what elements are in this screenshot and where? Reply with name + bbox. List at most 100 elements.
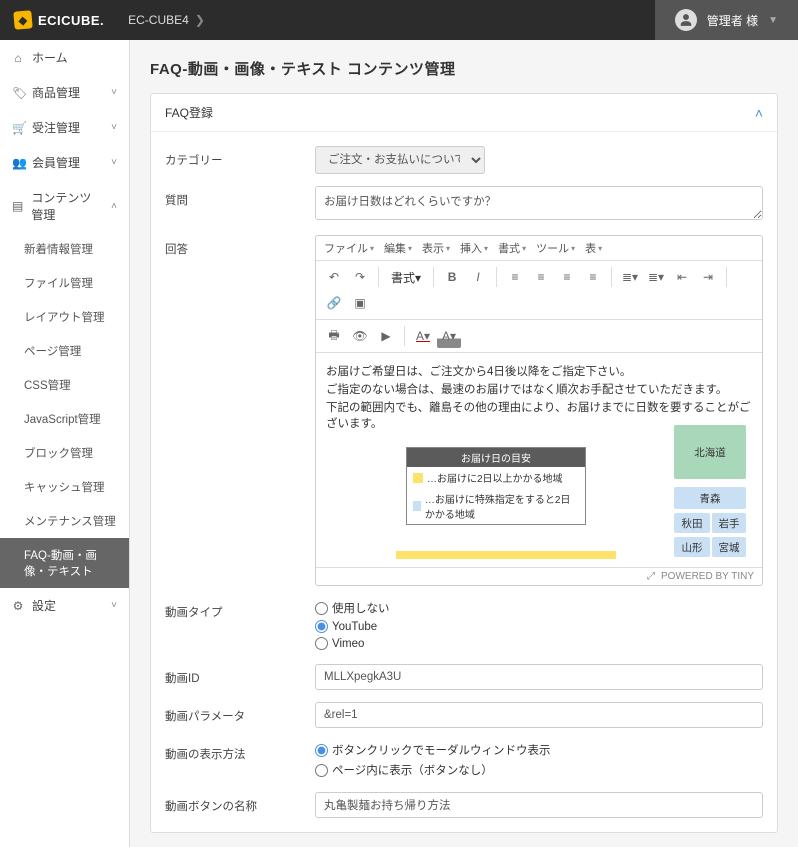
media-icon[interactable]: ▶: [374, 324, 398, 348]
rich-text-editor: ファイル▾ 編集▾ 表示▾ 挿入▾ 書式▾ ツール▾ 表▾ ↶ ↷: [315, 235, 763, 586]
link-icon[interactable]: 🔗: [322, 291, 346, 315]
document-icon: ▤: [12, 199, 23, 213]
label-moviebtn: 動画ボタンの名称: [165, 792, 315, 814]
sidebar-item-news[interactable]: 新着情報管理: [0, 232, 129, 266]
editor-menu-edit[interactable]: 編集▾: [384, 240, 412, 256]
editor-menu-insert[interactable]: 挿入▾: [460, 240, 488, 256]
movieparam-input[interactable]: [315, 702, 763, 728]
yellow-strip: [396, 551, 616, 559]
outdent-icon[interactable]: ⇤: [670, 265, 694, 289]
moviebtn-input[interactable]: [315, 792, 763, 818]
align-justify-icon[interactable]: ≡: [581, 265, 605, 289]
card-title: FAQ登録: [165, 104, 213, 121]
sidebar-item-home[interactable]: ⌂ホーム: [0, 40, 129, 75]
style-dropdown[interactable]: 書式▾: [385, 269, 427, 286]
sidebar-item-js[interactable]: JavaScript管理: [0, 402, 129, 436]
backcolor-icon[interactable]: A▾: [437, 324, 461, 348]
home-icon: ⌂: [12, 51, 24, 65]
label-movieid: 動画ID: [165, 664, 315, 686]
map-tile-aomori: 青森: [674, 487, 746, 509]
list-number-icon[interactable]: ≣▾: [644, 265, 668, 289]
indent-icon[interactable]: ⇥: [696, 265, 720, 289]
editor-toolbar-row1: ↶ ↷ 書式▾ B I ≡ ≡ ≡ ≡: [316, 261, 762, 320]
users-icon: 👥: [12, 156, 24, 170]
align-left-icon[interactable]: ≡: [503, 265, 527, 289]
italic-icon[interactable]: I: [466, 265, 490, 289]
movieview-modal[interactable]: ボタンクリックでモーダルウィンドウ表示: [315, 740, 763, 760]
gear-icon: ⚙: [12, 599, 24, 613]
preview-icon[interactable]: 👁: [348, 324, 372, 348]
sidebar: ⌂ホーム 🏷商品管理 ˅ 🛒受注管理 ˅ 👥会員管理 ˅ ▤コンテンツ管理 ˄ …: [0, 40, 130, 847]
chevron-down-icon: ▼: [768, 15, 778, 26]
sidebar-item-faq[interactable]: FAQ-動画・画像・テキスト: [0, 538, 129, 588]
map-tile-hokkaido: 北海道: [674, 425, 746, 479]
question-textarea[interactable]: お届け日数はどれくらいですか？: [315, 186, 763, 220]
tag-icon: 🏷: [12, 86, 24, 100]
print-icon[interactable]: 🖶: [322, 324, 346, 348]
editor-content-area[interactable]: お届けご希望日は、ご注文から4日後以降をご指定下さい。 ご指定のない場合は、最速…: [316, 353, 762, 567]
resize-icon[interactable]: ⤢: [647, 571, 655, 582]
label-movietype: 動画タイプ: [165, 598, 315, 620]
sidebar-item-layout[interactable]: レイアウト管理: [0, 300, 129, 334]
list-bullet-icon[interactable]: ≣▾: [618, 265, 642, 289]
editor-menu-tools[interactable]: ツール▾: [536, 240, 575, 256]
label-question: 質問: [165, 186, 315, 208]
chevron-down-icon: ˅: [111, 87, 117, 98]
collapse-icon[interactable]: ˄: [755, 105, 763, 121]
swatch-yellow-icon: [413, 473, 423, 483]
breadcrumb[interactable]: EC-CUBE4 ❯: [128, 13, 205, 27]
brand[interactable]: ◆ ECICUBE.: [0, 11, 104, 29]
map-tile-akita: 秋田: [674, 513, 710, 533]
align-right-icon[interactable]: ≡: [555, 265, 579, 289]
user-menu[interactable]: 管理者 様 ▼: [655, 0, 798, 40]
editor-menu-view[interactable]: 表示▾: [422, 240, 450, 256]
category-select[interactable]: ご注文・お支払いについて: [315, 146, 485, 174]
brand-text: ECICUBE.: [38, 13, 104, 28]
editor-footer: ⤢ POWERED BY TINY: [316, 567, 762, 585]
movieview-inpage[interactable]: ページ内に表示（ボタンなし）: [315, 760, 763, 780]
label-category: カテゴリー: [165, 146, 315, 168]
movietype-youtube[interactable]: YouTube: [315, 618, 763, 635]
image-icon[interactable]: ▣: [348, 291, 372, 315]
cart-icon: 🛒: [12, 121, 24, 135]
editor-toolbar-row2: 🖶 👁 ▶ A▾ A▾: [316, 320, 762, 353]
cube-logo-icon: ◆: [13, 10, 33, 30]
map-tile-miyagi: 宮城: [712, 537, 746, 557]
chevron-down-icon: ˅: [111, 600, 117, 611]
user-avatar-icon: [675, 9, 697, 31]
chevron-up-icon: ˄: [111, 201, 117, 212]
movieid-input[interactable]: [315, 664, 763, 690]
editor-menubar: ファイル▾ 編集▾ 表示▾ 挿入▾ 書式▾ ツール▾ 表▾: [316, 236, 762, 261]
card-header[interactable]: FAQ登録 ˄: [151, 94, 777, 132]
editor-powered-by: POWERED BY TINY: [661, 571, 754, 582]
sidebar-item-pages[interactable]: ページ管理: [0, 334, 129, 368]
editor-menu-format[interactable]: 書式▾: [498, 240, 526, 256]
sidebar-item-members[interactable]: 👥会員管理 ˅: [0, 145, 129, 180]
sidebar-item-products[interactable]: 🏷商品管理 ˅: [0, 75, 129, 110]
align-center-icon[interactable]: ≡: [529, 265, 553, 289]
movietype-none[interactable]: 使用しない: [315, 598, 763, 618]
legend-title: お届け日の目安: [407, 448, 585, 467]
breadcrumb-root: EC-CUBE4: [128, 13, 189, 27]
chevron-down-icon: ˅: [111, 122, 117, 133]
map-tile-iwate: 岩手: [712, 513, 746, 533]
bold-icon[interactable]: B: [440, 265, 464, 289]
editor-menu-table[interactable]: 表▾: [585, 240, 602, 256]
redo-icon[interactable]: ↷: [348, 265, 372, 289]
label-movieview: 動画の表示方法: [165, 740, 315, 762]
sidebar-item-block[interactable]: ブロック管理: [0, 436, 129, 470]
editor-menu-file[interactable]: ファイル▾: [324, 240, 374, 256]
sidebar-item-cache[interactable]: キャッシュ管理: [0, 470, 129, 504]
undo-icon[interactable]: ↶: [322, 265, 346, 289]
sidebar-item-css[interactable]: CSS管理: [0, 368, 129, 402]
sidebar-item-settings[interactable]: ⚙設定 ˅: [0, 588, 129, 623]
sidebar-item-files[interactable]: ファイル管理: [0, 266, 129, 300]
forecolor-icon[interactable]: A▾: [411, 324, 435, 348]
sidebar-item-maint[interactable]: メンテナンス管理: [0, 504, 129, 538]
sidebar-item-orders[interactable]: 🛒受注管理 ˅: [0, 110, 129, 145]
map-tile-yamagata: 山形: [674, 537, 710, 557]
sidebar-item-content[interactable]: ▤コンテンツ管理 ˄: [0, 180, 129, 232]
movietype-vimeo[interactable]: Vimeo: [315, 635, 763, 652]
answer-line2: ご指定のない場合は、最速のお届けではなく順次お手配させていただきます。: [326, 381, 752, 397]
answer-line1: お届けご希望日は、ご注文から4日後以降をご指定下さい。: [326, 363, 752, 379]
